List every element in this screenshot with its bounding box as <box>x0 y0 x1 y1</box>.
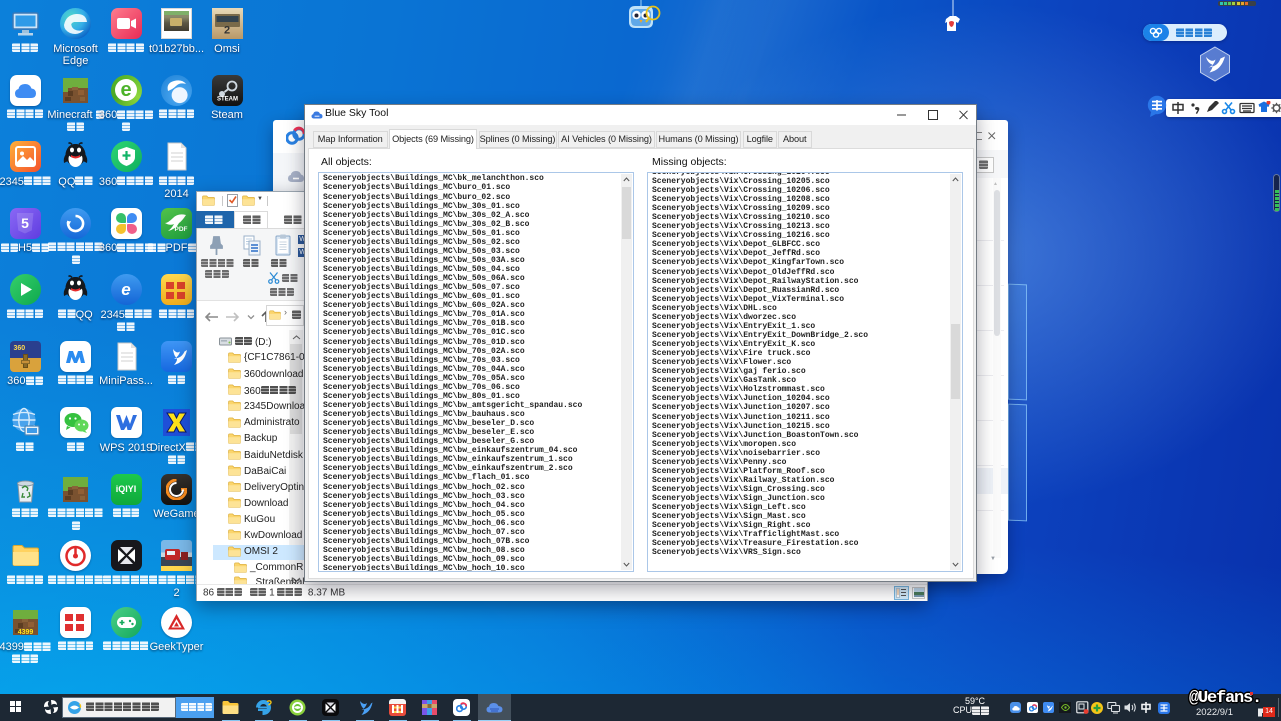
svg-text:4399: 4399 <box>17 629 33 636</box>
svg-text:STEAM: STEAM <box>217 96 238 102</box>
svg-text:2: 2 <box>223 25 229 37</box>
svg-text:PDF: PDF <box>175 226 188 233</box>
